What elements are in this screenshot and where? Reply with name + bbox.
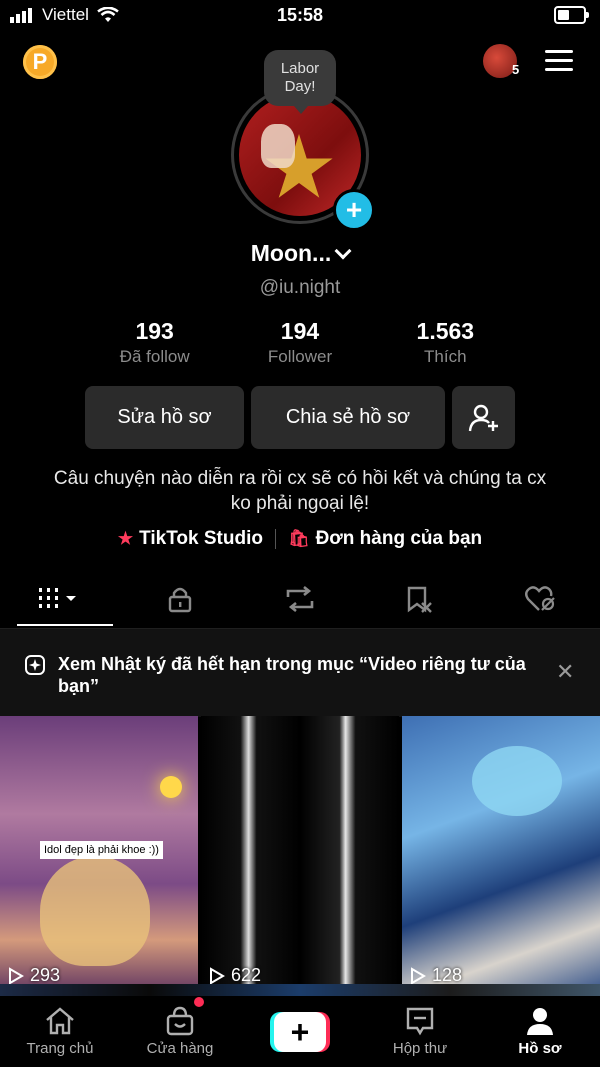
grid-icon <box>39 588 76 608</box>
view-count-value: 128 <box>432 965 463 985</box>
sparkle-icon <box>25 655 45 675</box>
nav-label: Hộp thư <box>392 1040 448 1057</box>
status-bar: Viettel 15:58 <box>0 0 600 34</box>
profile-name-text: Moon... <box>250 240 332 266</box>
repost-icon <box>286 585 314 613</box>
stat-value: 193 <box>135 318 174 344</box>
bubble-line-2: Day! <box>284 78 316 95</box>
stat-followers[interactable]: 194 Follower <box>227 318 372 367</box>
tab-favorites[interactable] <box>360 572 480 626</box>
inbox-icon <box>406 1007 434 1036</box>
nav-label: Trang chủ <box>26 1040 94 1057</box>
view-count: 622 <box>209 965 261 986</box>
nav-inbox[interactable]: Hộp thư <box>360 996 480 1067</box>
battery-icon <box>554 6 589 24</box>
view-count-value: 622 <box>231 965 262 985</box>
tab-liked[interactable] <box>480 572 600 626</box>
video-thumbnail[interactable]: 622 <box>201 716 399 996</box>
orders-label: Đơn hàng của bạn <box>315 528 483 549</box>
light-spot <box>160 776 182 798</box>
tab-private[interactable] <box>120 572 240 626</box>
nav-label: Hồ sơ <box>518 1040 562 1057</box>
heart-hidden-icon <box>525 586 555 611</box>
profile-icon <box>527 1008 553 1035</box>
video-caption: Idol đẹp là phải khoe :)) <box>40 841 163 859</box>
profile-bio: Câu chuyện nào diễn ra rồi cx sẽ có hồi … <box>53 468 547 514</box>
chevron-down-icon <box>334 242 352 260</box>
notification-dot <box>194 997 204 1007</box>
video-thumbnail[interactable]: Idol đẹp là phải khoe :)) 293 <box>0 716 198 996</box>
close-icon[interactable]: ✕ <box>556 659 574 685</box>
add-friend-button[interactable] <box>452 386 515 449</box>
stat-value: 194 <box>280 318 320 344</box>
stat-following[interactable]: 193 Đã follow <box>82 318 227 367</box>
bookmark-icon <box>407 586 432 613</box>
profile-name[interactable]: Moon... <box>0 240 600 267</box>
stat-label: Follower <box>267 347 333 366</box>
edit-profile-button[interactable]: Sửa hồ sơ <box>85 386 244 449</box>
banner-text: Xem Nhật ký đã hết hạn trong mục “Video … <box>58 654 526 696</box>
menu-icon[interactable] <box>545 50 573 72</box>
stat-likes[interactable]: 1.563 Thích <box>373 318 518 367</box>
tiktok-studio-link[interactable]: ★ TikTok Studio <box>118 528 263 550</box>
nav-profile[interactable]: Hồ sơ <box>480 996 600 1067</box>
play-icon <box>9 966 24 985</box>
shopping-bag-icon: 🛍 <box>287 529 310 548</box>
nav-shop[interactable]: Cửa hàng <box>120 996 240 1067</box>
account-count: 5 <box>512 62 520 77</box>
nav-create[interactable]: + <box>240 996 360 1067</box>
coin-icon[interactable]: P <box>23 45 57 79</box>
tab-reposts[interactable] <box>240 572 360 626</box>
tab-videos[interactable] <box>0 572 120 626</box>
status-bubble[interactable]: Labor Day! <box>264 50 336 114</box>
orders-link[interactable]: 🛍 Đơn hàng của bạn <box>288 528 482 550</box>
content-tabs <box>0 572 600 626</box>
add-story-plus-icon[interactable]: + <box>333 189 375 231</box>
profile-handle: @iu.night <box>259 277 341 298</box>
share-profile-button[interactable]: Chia sẻ hồ sơ <box>251 386 445 449</box>
nav-home[interactable]: Trang chủ <box>0 996 120 1067</box>
video-grid: Idol đẹp là phải khoe :)) 293 622 128 <box>0 716 600 996</box>
thumbnail-figure <box>472 746 562 816</box>
create-plus-icon: + <box>270 1011 330 1052</box>
home-icon <box>46 1007 74 1035</box>
play-icon <box>411 966 426 985</box>
view-count: 128 <box>410 965 462 986</box>
shopping-bag-icon <box>166 1006 194 1036</box>
stat-value: 1.563 <box>416 318 475 344</box>
thumbnail-figure <box>40 856 150 966</box>
nav-label: Cửa hàng <box>146 1040 214 1057</box>
video-thumbnail[interactable]: 128 <box>402 716 600 996</box>
lock-icon <box>168 587 192 613</box>
stat-label: Đã follow <box>119 347 190 366</box>
view-count-value: 293 <box>30 965 61 985</box>
bottom-navigation: Trang chủ Cửa hàng + Hộp thư Hồ sơ <box>0 996 600 1067</box>
profile-links: ★ TikTok Studio 🛍 Đơn hàng của bạn <box>0 528 600 550</box>
stat-label: Thích <box>424 347 467 366</box>
view-count: 293 <box>8 965 60 986</box>
studio-label: TikTok Studio <box>139 528 263 549</box>
divider <box>274 529 276 549</box>
add-user-icon <box>468 404 498 431</box>
stats-row: 193 Đã follow 194 Follower 1.563 Thích <box>82 318 518 367</box>
expired-stories-banner[interactable]: Xem Nhật ký đã hết hạn trong mục “Video … <box>0 628 600 717</box>
studio-icon: ★ <box>117 529 134 548</box>
bubble-line-1: Labor <box>280 60 320 77</box>
play-icon <box>210 966 225 985</box>
clock: 15:58 <box>276 5 324 25</box>
